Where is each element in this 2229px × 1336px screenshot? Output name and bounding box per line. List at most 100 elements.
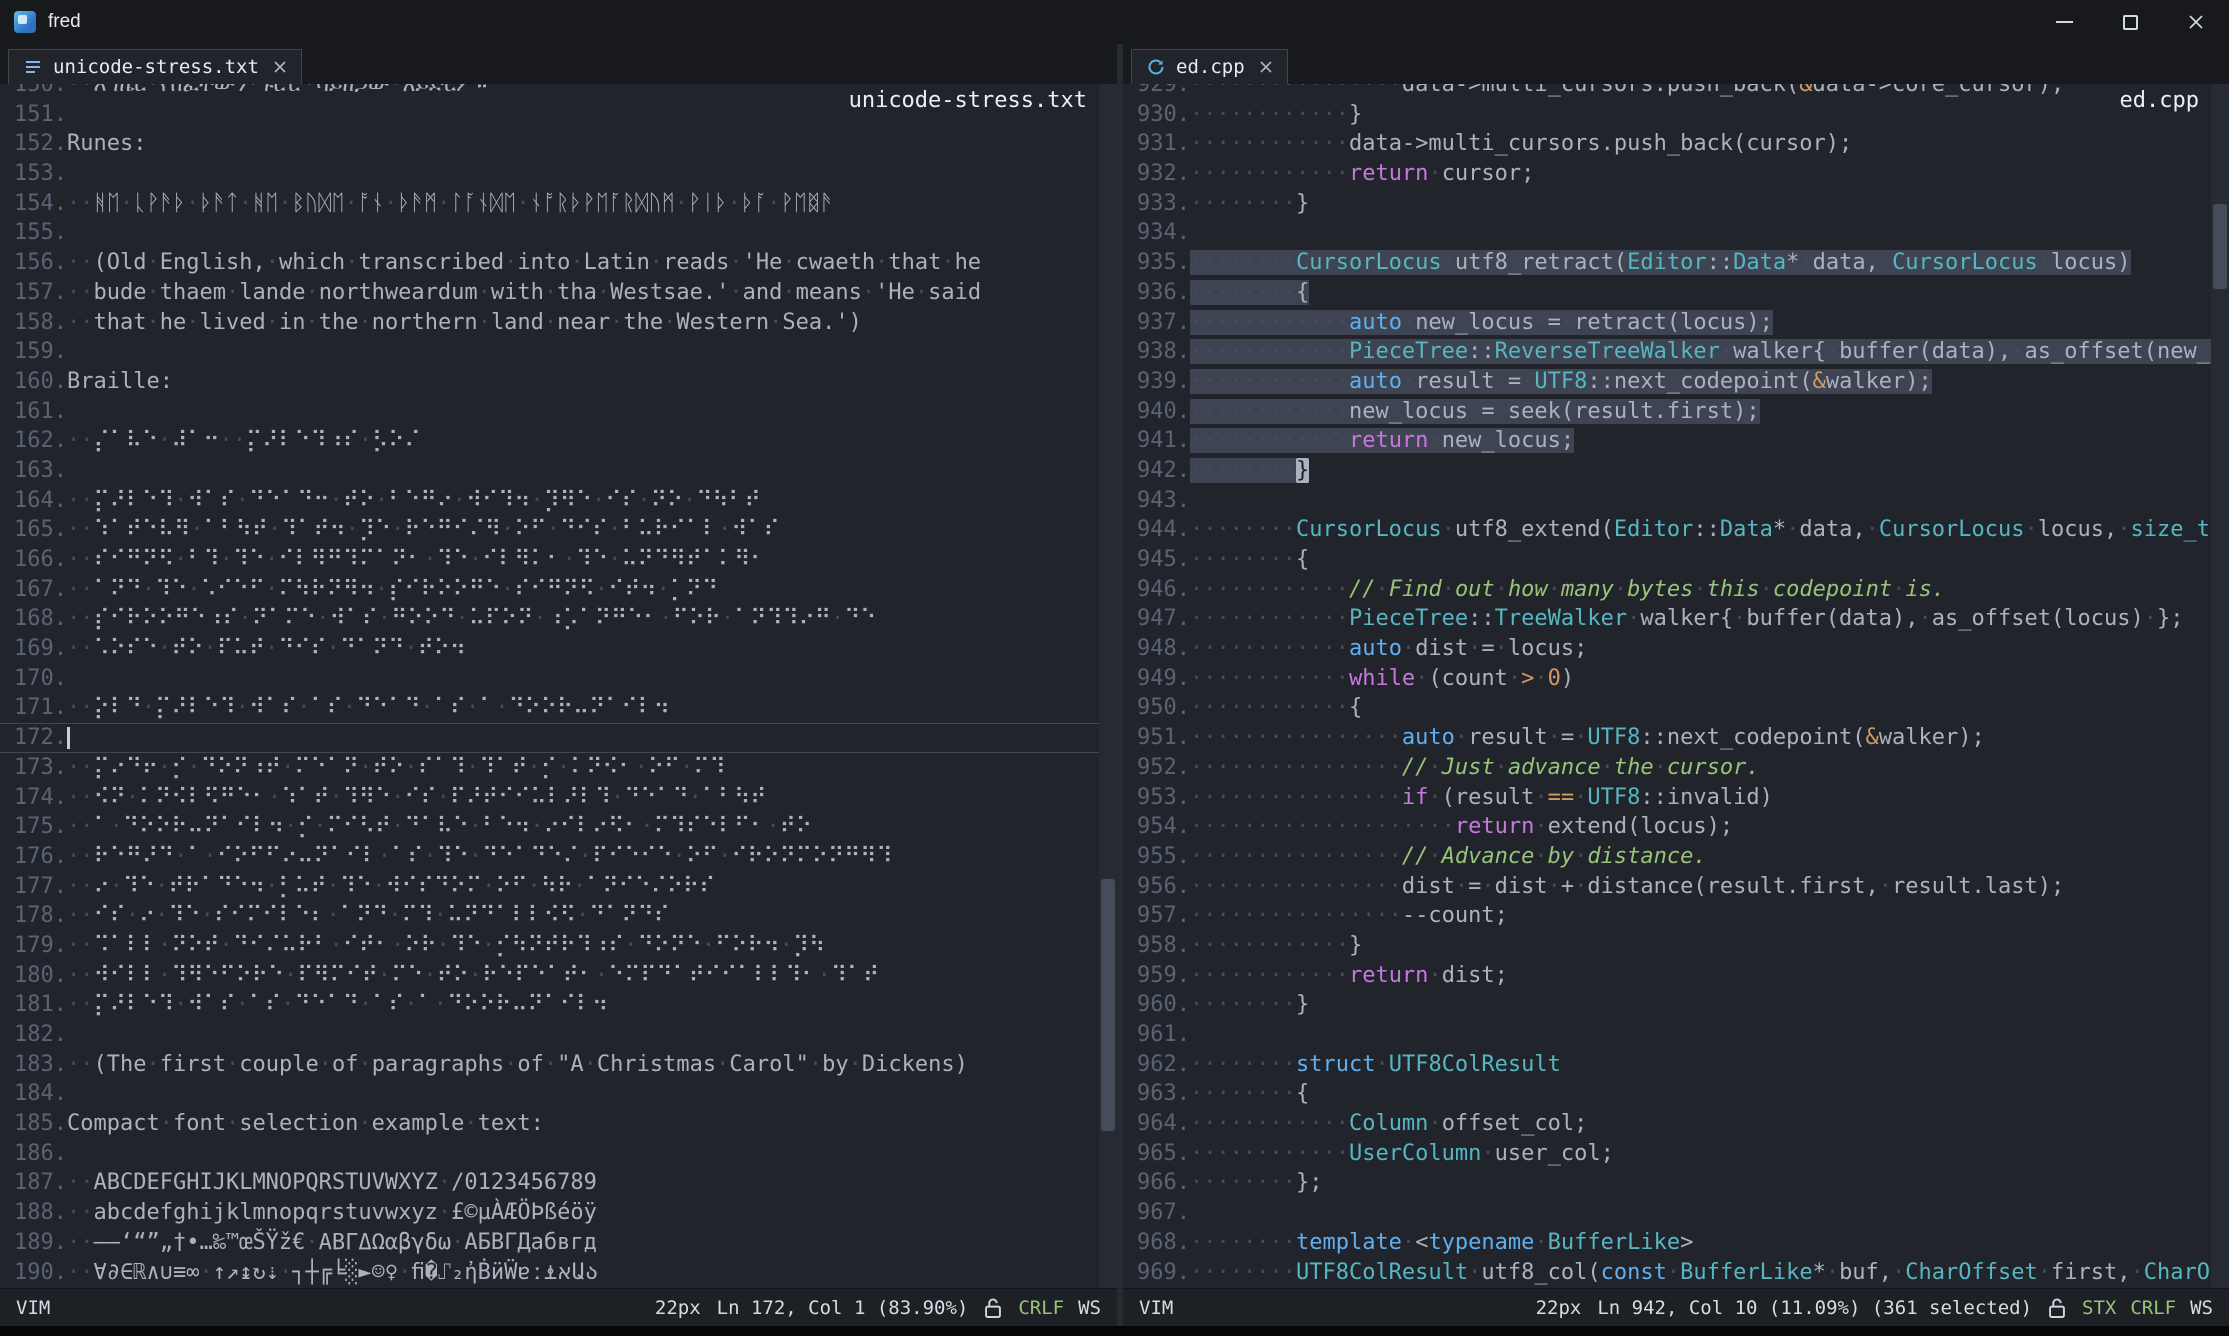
editor-line[interactable]: 950.············{ [1123, 693, 2211, 723]
editor-line[interactable]: 966.········}; [1123, 1168, 2211, 1198]
editor-line[interactable]: 965.············UserColumn·user_col; [1123, 1139, 2211, 1169]
editor-line[interactable]: 182. [0, 1020, 1099, 1050]
editor-line[interactable]: 156.··(Old·English,·which·transcribed·in… [0, 248, 1099, 278]
editor-line[interactable]: 932.············return·cursor; [1123, 159, 2211, 189]
editor-line[interactable]: 963.········{ [1123, 1079, 2211, 1109]
editor-line[interactable]: 934. [1123, 218, 2211, 248]
editor-line[interactable]: 931.············data->multi_cursors.push… [1123, 129, 2211, 159]
editor-line[interactable]: 930.············} [1123, 100, 2211, 130]
editor-line[interactable]: 952.················//·Just·advance·the·… [1123, 753, 2211, 783]
editor-line[interactable]: 940.············new_locus·=·seek(result.… [1123, 397, 2211, 427]
editor-line[interactable]: 957.················--count; [1123, 901, 2211, 931]
editor-line[interactable]: 937.············auto·new_locus·=·retract… [1123, 308, 2211, 338]
editor-line[interactable]: 184. [0, 1079, 1099, 1109]
editor-line[interactable]: 187.··ABCDEFGHIJKLMNOPQRSTUVWXYZ·/012345… [0, 1168, 1099, 1198]
right-tabbar: ed.cpp [1123, 44, 2229, 84]
editor-line[interactable]: 161. [0, 397, 1099, 427]
editor-line[interactable]: 168.··⡎⠊⠗⠕⠕⠛⠑⠰⠎·⠝⠁⠍⠑·⠺⠁⠎·⠛⠕⠕⠙·⠥⠏⠕⠝·⠰⡡⠁⠝⠛… [0, 604, 1099, 634]
line-ending-flags: STXCRLFWS [2082, 1297, 2213, 1319]
editor-line[interactable]: 178.··⠊⠎·⠔·⠹⠑·⠎⠊⠍⠊⠇⠑⠆·⠁⠝⠙·⠍⠹·⠥⠝⠙⠁⠇⠇⠪⠫·⠙⠁… [0, 901, 1099, 931]
tab-close-icon[interactable] [1259, 60, 1273, 74]
editor-line[interactable]: 190.··∀∂∈ℝ∧∪≡∞·↑↗↨↻⇣·┐┼╔╘░►☺♀·ﬁ�⑀₂ἠḂӥẄɐː… [0, 1258, 1099, 1288]
lock-icon[interactable] [984, 1297, 1002, 1319]
editor-line[interactable]: 174.··⠪⠝·⠅⠝⠪⠇⠫⠛⠑⠂·⠱⠁⠞·⠹⠻⠑·⠊⠎·⠏⠜⠞⠊⠊⠥⠇⠜⠇⠹·… [0, 783, 1099, 813]
editor-line[interactable]: 936.········{ [1123, 278, 2211, 308]
editor-line[interactable]: 949.············while·(count·>·0) [1123, 664, 2211, 694]
editor-line[interactable]: 946.············//·Find·out·how·many·byt… [1123, 575, 2211, 605]
editor-line[interactable]: 157.··bude·thaem·lande·northweardum·with… [0, 278, 1099, 308]
editor-line[interactable]: 183.··(The·first·couple·of·paragraphs·of… [0, 1050, 1099, 1080]
editor-line[interactable]: 962.········struct·UTF8ColResult [1123, 1050, 2211, 1080]
editor-line[interactable]: 959.············return·dist; [1123, 961, 2211, 991]
left-editor[interactable]: 150.··እግዜር·የከፈተውን·ጉሮሮ·ሳይዘጋው·አይድርም።151.15… [0, 84, 1117, 1288]
editor-line[interactable]: 165.··⠱⠁⠞⠑⠧⠻·⠁⠃⠳⠞·⠹⠁⠞⠲·⡹⠑·⠗⠑⠛⠊⠌⠻·⠕⠋·⠙⠊⠎·… [0, 515, 1099, 545]
editor-line[interactable]: 942.········} [1123, 456, 2211, 486]
tab-ed-cpp[interactable]: ed.cpp [1131, 49, 1288, 84]
editor-line[interactable]: 953.················if·(result·==·UTF8::… [1123, 783, 2211, 813]
editor-line[interactable]: 969.········UTF8ColResult·utf8_col(const… [1123, 1258, 2211, 1288]
editor-line[interactable]: 172. [0, 723, 1099, 753]
editor-line[interactable]: 186. [0, 1139, 1099, 1169]
editor-line[interactable]: 960.········} [1123, 990, 2211, 1020]
editor-line[interactable]: 175.··⠁·⠙⠕⠕⠗⠤⠝⠁⠊⠇⠲·⡊·⠍⠊⠣⠞·⠙⠁⠧⠑·⠃⠑⠲·⠔⠊⠇⠔⠫… [0, 812, 1099, 842]
editor-line[interactable]: 153. [0, 159, 1099, 189]
editor-line[interactable]: 948.············auto·dist·=·locus; [1123, 634, 2211, 664]
editor-line[interactable]: 152.Runes: [0, 129, 1099, 159]
editor-line[interactable]: 181.··⡍⠜⠇⠑⠹·⠺⠁⠎·⠁⠎·⠙⠑⠁⠙·⠁⠎·⠁·⠙⠕⠕⠗⠤⠝⠁⠊⠇⠲ [0, 990, 1099, 1020]
editor-line[interactable]: 169.··⠡⠕⠎⠑·⠞⠕·⠏⠥⠞·⠙⠊⠎·⠙⠁⠝⠙·⠞⠕⠲ [0, 634, 1099, 664]
editor-line[interactable]: 177.··⠔·⠹⠑·⠞⠗⠁⠙⠑⠲·⡃⠥⠞·⠹⠑·⠺⠊⠎⠙⠕⠍·⠕⠋·⠳⠗·⠁⠝… [0, 872, 1099, 902]
editor-line[interactable]: 968.········template·<typename·BufferLik… [1123, 1228, 2211, 1258]
editor-line[interactable]: 967. [1123, 1198, 2211, 1228]
editor-line[interactable]: 939.············auto·result·=·UTF8::next… [1123, 367, 2211, 397]
editor-line[interactable]: 185.Compact·font·selection·example·text: [0, 1109, 1099, 1139]
tab-close-icon[interactable] [273, 60, 287, 74]
editor-line[interactable]: 943. [1123, 486, 2211, 516]
editor-line[interactable]: 188.··abcdefghijklmnopqrstuvwxyz·£©µÀÆÖÞ… [0, 1198, 1099, 1228]
lock-icon[interactable] [2048, 1297, 2066, 1319]
minimize-button[interactable] [2031, 0, 2097, 44]
cursor-position-indicator: Ln 942, Col 10 (11.09%) (361 selected) [1597, 1297, 2032, 1319]
tab-unicode-stress-txt[interactable]: unicode-stress.txt [8, 49, 302, 84]
editor-line[interactable]: 964.············Column·offset_col; [1123, 1109, 2211, 1139]
editor-line[interactable]: 180.··⠺⠊⠇⠇·⠹⠻⠑⠋⠕⠗⠑·⠏⠻⠍⠊⠞·⠍⠑·⠞⠕·⠗⠑⠏⠑⠁⠞⠂·⠑… [0, 961, 1099, 991]
left-scrollbar-thumb[interactable] [1101, 879, 1115, 1132]
editor-line[interactable]: 938.············PieceTree::ReverseTreeWa… [1123, 337, 2211, 367]
editor-line[interactable]: 167.··⠁⠝⠙·⠹⠑·⠡⠊⠑⠋·⠍⠳⠗⠝⠻⠲·⡎⠊⠗⠕⠕⠛⠑·⠎⠊⠛⠝⠫·⠊… [0, 575, 1099, 605]
editor-line[interactable]: 933.········} [1123, 189, 2211, 219]
right-scrollbar-thumb[interactable] [2213, 204, 2227, 288]
editor-line[interactable]: 935.········CursorLocus·utf8_retract(Edi… [1123, 248, 2211, 278]
maximize-button[interactable] [2097, 0, 2163, 44]
editor-line[interactable]: 173.··⡍⠔⠙⠖·⡊·⠙⠕⠝⠰⠞·⠍⠑⠁⠝·⠞⠕·⠎⠁⠹·⠹⠁⠞·⡊·⠅⠝⠪… [0, 753, 1099, 783]
editor-line[interactable]: 954.····················return·extend(lo… [1123, 812, 2211, 842]
editor-line[interactable]: 947.············PieceTree::TreeWalker·wa… [1123, 604, 2211, 634]
editor-line[interactable]: 179.··⠩⠁⠇⠇·⠝⠕⠞·⠙⠊⠌⠥⠗⠃·⠊⠞⠂·⠕⠗·⠹⠑·⡊⠳⠝⠞⠗⠹⠰⠎… [0, 931, 1099, 961]
editor-line[interactable]: 941.············return·new_locus; [1123, 426, 2211, 456]
titlebar[interactable]: fred [0, 0, 2229, 44]
editor-line[interactable]: 171.··⡕⠇⠙·⡍⠜⠇⠑⠹·⠺⠁⠎·⠁⠎·⠙⠑⠁⠙·⠁⠎·⠁·⠙⠕⠕⠗⠤⠝⠁… [0, 693, 1099, 723]
editor-line[interactable]: 155. [0, 218, 1099, 248]
editor-line[interactable]: 945.········{ [1123, 545, 2211, 575]
editor-line[interactable]: 166.··⠎⠊⠛⠝⠫·⠃⠹·⠹⠑·⠊⠇⠻⠛⠹⠍⠁⠝⠂·⠹⠑·⠊⠇⠻⠅⠂·⠹⠑·… [0, 545, 1099, 575]
editor-line[interactable]: 958.············} [1123, 931, 2211, 961]
left-scrollbar[interactable] [1099, 84, 1117, 1288]
editor-line[interactable]: 961. [1123, 1020, 2211, 1050]
editor-line[interactable]: 951.················auto·result·=·UTF8::… [1123, 723, 2211, 753]
editor-line[interactable]: 956.················dist·=·dist·+·distan… [1123, 872, 2211, 902]
editor-line[interactable]: 159. [0, 337, 1099, 367]
editor-line[interactable]: 176.··⠗⠑⠛⠜⠙·⠁·⠊⠕⠋⠋⠔⠤⠝⠁⠊⠇·⠁⠎·⠹⠑·⠙⠑⠁⠙⠑⠌·⠏⠊… [0, 842, 1099, 872]
right-scrollbar[interactable] [2211, 84, 2229, 1288]
editor-line[interactable]: 944.········CursorLocus·utf8_extend(Edit… [1123, 515, 2211, 545]
editor-line[interactable]: 189.··–—‘“”„†•…‰™œŠŸž€·ΑΒΓΔΩαβγδω·АБВГДа… [0, 1228, 1099, 1258]
vim-mode-indicator: VIM [16, 1297, 50, 1319]
editor-line[interactable]: 163. [0, 456, 1099, 486]
editor-line[interactable]: 158.··that·he·lived·in·the·northern·land… [0, 308, 1099, 338]
editor-line[interactable]: 154.··ᚻᛖ·ᚳᚹᚫᚦ·ᚦᚫᛏ·ᚻᛖ·ᛒᚢᛞᛖ·ᚩᚾ·ᚦᚫᛗ·ᛚᚪᚾᛞᛖ·ᚾ… [0, 189, 1099, 219]
right-editor[interactable]: 929.················data->multi_cursors.… [1123, 84, 2229, 1288]
editor-line[interactable]: 164.··⡍⠜⠇⠑⠹·⠺⠁⠎·⠙⠑⠁⠙⠒·⠞⠕·⠃⠑⠛⠔·⠺⠊⠹⠲·⡹⠻⠑·⠊… [0, 486, 1099, 516]
close-button[interactable] [2163, 0, 2229, 44]
editor-line[interactable]: 162.··⡌⠁⠧⠑·⠼⠁⠒··⡍⠜⠇⠑⠹⠰⠎·⡣⠕⠌ [0, 426, 1099, 456]
editor-line[interactable]: 170. [0, 664, 1099, 694]
editor-line[interactable]: 955.················//·Advance·by·distan… [1123, 842, 2211, 872]
editor-line[interactable]: 160.Braille: [0, 367, 1099, 397]
editor-line[interactable]: 929.················data->multi_cursors.… [1123, 84, 2211, 100]
